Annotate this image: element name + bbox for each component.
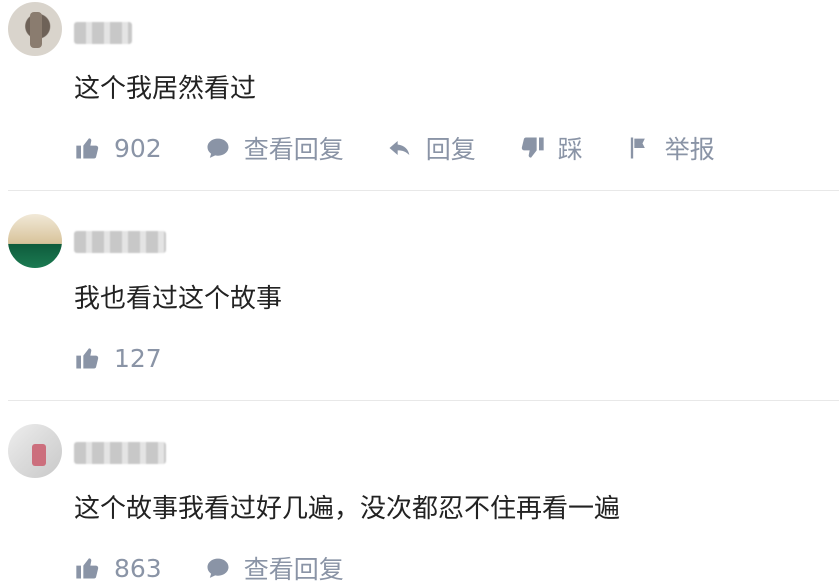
view-replies-label: 查看回复 [243,555,344,584]
username-blurred[interactable] [74,22,132,44]
like-count: 127 [114,343,162,373]
like-count: 902 [114,133,162,163]
comment-text: 这个我居然看过 [74,74,257,104]
view-replies-button[interactable]: 查看回复 [204,130,344,166]
comment-bubble-icon [207,138,229,158]
dislike-button[interactable]: 踩 [518,130,583,166]
comment-text: 我也看过这个故事 [74,284,283,314]
username-blurred[interactable] [74,442,166,464]
comment-actions: 127 [74,342,204,374]
reply-button[interactable]: 回复 [386,130,476,166]
report-button[interactable]: 举报 [625,130,715,166]
like-button[interactable]: 863 [74,554,162,583]
thumbs-up-icon [76,138,99,159]
comment-bubble-icon [207,558,229,578]
reply-label: 回复 [425,135,476,164]
comment-text: 这个故事我看过好几遍，没次都忍不住再看一遍 [74,494,621,524]
view-replies-label: 查看回复 [243,135,344,164]
report-label: 举报 [664,135,715,164]
flag-icon [630,137,645,159]
avatar[interactable] [8,424,62,478]
like-button[interactable]: 127 [74,344,162,373]
avatar[interactable] [8,214,62,268]
divider [8,190,839,191]
divider [8,400,839,401]
dislike-label: 踩 [557,135,583,164]
avatar[interactable] [8,2,62,56]
comment-actions: 902 查看回复 回复 踩 举报 [74,132,757,164]
reply-arrow-icon [389,141,410,155]
username-blurred[interactable] [74,231,166,253]
like-button[interactable]: 902 [74,134,162,163]
thumbs-down-icon [521,137,544,158]
thumbs-up-icon [76,348,99,369]
like-count: 863 [114,553,162,583]
view-replies-button[interactable]: 查看回复 [204,550,344,586]
comment-actions: 863 查看回复 [74,552,386,584]
thumbs-up-icon [76,558,99,579]
